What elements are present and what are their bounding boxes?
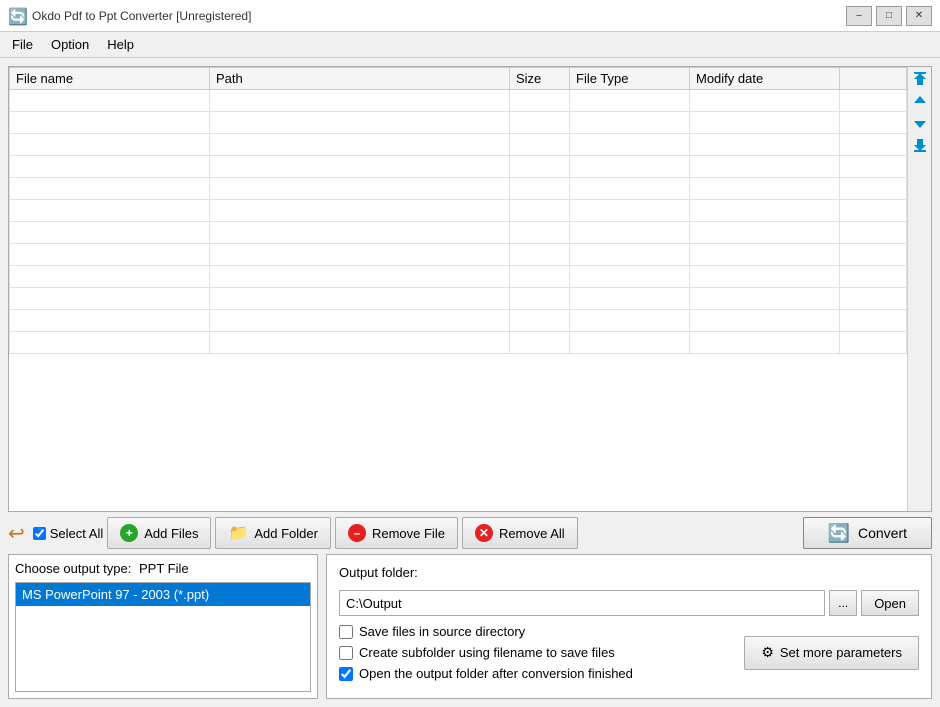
maximize-button[interactable]: □ [876,6,902,26]
gear-icon: ⚙ [761,644,774,661]
remove-file-button[interactable]: – Remove File [335,517,458,549]
table-row [10,134,907,156]
open-button[interactable]: Open [861,590,919,616]
output-type-item-ppt97[interactable]: MS PowerPoint 97 - 2003 (*.ppt) [16,583,310,606]
table-row [10,332,907,354]
add-folder-button[interactable]: 📁 Add Folder [215,517,331,549]
table-row [10,266,907,288]
action-buttons: + Add Files 📁 Add Folder – Remove File ✕… [107,517,798,549]
bottom-panel: Choose output type: PPT File MS PowerPoi… [8,554,932,699]
add-files-icon: + [120,524,138,542]
menu-file[interactable]: File [4,35,41,54]
minimize-button[interactable]: – [846,6,872,26]
convert-icon: 🔄 [828,523,850,544]
create-subfolder-checkbox[interactable] [339,646,353,660]
create-subfolder-option: Create subfolder using filename to save … [339,645,633,660]
menu-bar: File Option Help [0,32,940,58]
table-row [10,288,907,310]
convert-button[interactable]: 🔄 Convert [803,517,932,549]
app-title: Okdo Pdf to Ppt Converter [Unregistered] [32,9,251,23]
table-row [10,310,907,332]
table-row [10,200,907,222]
options-row: Save files in source directory Create su… [339,624,919,681]
output-folder-label: Output folder: [339,565,919,580]
scroll-bottom-button[interactable] [910,135,930,155]
main-window: File name Path Size File Type Modify dat… [0,58,940,707]
params-label: Set more parameters [780,645,902,660]
table-row [10,90,907,112]
output-type-title: Choose output type: PPT File [15,561,311,576]
app-icon: 🔄 [8,7,26,25]
checkboxes: Save files in source directory Create su… [339,624,633,681]
create-subfolder-label[interactable]: Create subfolder using filename to save … [359,645,615,660]
table-row [10,178,907,200]
add-files-button[interactable]: + Add Files [107,517,211,549]
select-all-label[interactable]: Select All [50,526,103,541]
set-params-button[interactable]: ⚙ Set more parameters [744,636,919,670]
open-after-label[interactable]: Open the output folder after conversion … [359,666,633,681]
title-bar: 🔄 Okdo Pdf to Ppt Converter [Unregistere… [0,0,940,32]
close-button[interactable]: ✕ [906,6,932,26]
output-type-panel: Choose output type: PPT File MS PowerPoi… [8,554,318,699]
col-header-extra [840,68,907,90]
scroll-top-button[interactable] [910,69,930,89]
remove-file-icon: – [348,524,366,542]
add-folder-icon: 📁 [228,523,248,543]
open-after-checkbox[interactable] [339,667,353,681]
save-source-label[interactable]: Save files in source directory [359,624,525,639]
col-header-path: Path [210,68,510,90]
file-table: File name Path Size File Type Modify dat… [9,67,907,511]
col-header-date: Modify date [690,68,840,90]
output-type-list[interactable]: MS PowerPoint 97 - 2003 (*.ppt) [15,582,311,692]
table-row [10,244,907,266]
col-header-size: Size [510,68,570,90]
menu-help[interactable]: Help [99,35,142,54]
scroll-up-button[interactable] [910,91,930,111]
remove-all-icon: ✕ [475,524,493,542]
window-controls: – □ ✕ [846,6,932,26]
bottom-toolbar: ↩ Select All + Add Files 📁 Add Folder – … [8,518,932,548]
convert-label: Convert [858,525,907,541]
table-row [10,112,907,134]
scroll-panel [907,67,931,511]
output-folder-panel: Output folder: ... Open Save files in so… [326,554,932,699]
back-icon[interactable]: ↩ [8,521,25,546]
output-folder-input[interactable] [339,590,825,616]
open-after-option: Open the output folder after conversion … [339,666,633,681]
save-source-option: Save files in source directory [339,624,633,639]
table-row [10,222,907,244]
file-list-container: File name Path Size File Type Modify dat… [8,66,932,512]
col-header-name: File name [10,68,210,90]
remove-all-button[interactable]: ✕ Remove All [462,517,578,549]
folder-row: ... Open [339,590,919,616]
table-row [10,156,907,178]
scroll-down-button[interactable] [910,113,930,133]
select-all-checkbox[interactable] [33,527,46,540]
menu-option[interactable]: Option [43,35,97,54]
browse-button[interactable]: ... [829,590,857,616]
col-header-type: File Type [570,68,690,90]
save-source-checkbox[interactable] [339,625,353,639]
output-type-current: PPT File [139,561,189,576]
